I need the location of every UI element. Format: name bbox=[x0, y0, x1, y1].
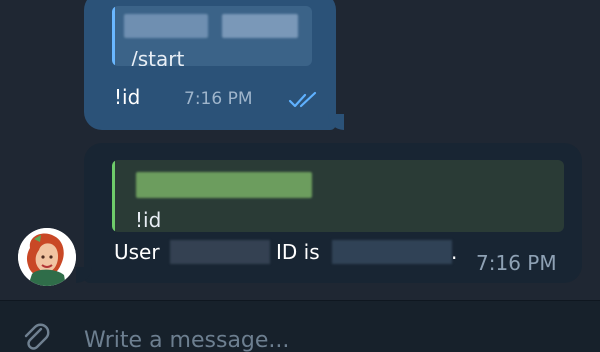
message-text: . bbox=[451, 240, 458, 264]
message-composer bbox=[0, 300, 600, 352]
incoming-message-bubble[interactable]: !id User ID is . 7:16 PM bbox=[76, 143, 582, 283]
bubble-tail bbox=[76, 267, 92, 283]
redacted-user-id bbox=[332, 240, 452, 264]
chat-window: /start !id 7:16 PM !id User ID is . 7:16… bbox=[0, 0, 600, 352]
reply-accent-bar bbox=[112, 160, 115, 232]
reply-preview[interactable]: /start bbox=[112, 6, 312, 66]
message-time: 7:16 PM bbox=[476, 251, 557, 275]
reply-accent-bar bbox=[112, 6, 115, 66]
bubble-tail bbox=[328, 114, 344, 130]
message-list[interactable]: /start !id 7:16 PM !id User ID is . 7:16… bbox=[0, 0, 600, 300]
message-text: User bbox=[114, 240, 160, 264]
reply-preview[interactable]: !id bbox=[112, 160, 564, 232]
redacted-username bbox=[170, 240, 270, 264]
message-input[interactable] bbox=[84, 325, 564, 352]
paperclip-icon[interactable] bbox=[18, 319, 52, 352]
outgoing-message-bubble[interactable]: /start !id 7:16 PM bbox=[84, 0, 344, 130]
avatar-image bbox=[18, 228, 76, 286]
double-check-icon bbox=[288, 91, 317, 108]
message-text: !id bbox=[114, 85, 141, 109]
reply-text: !id bbox=[135, 208, 162, 232]
message-time: 7:16 PM bbox=[184, 89, 253, 109]
redacted-reply-author bbox=[222, 14, 298, 38]
message-text: ID is bbox=[276, 240, 320, 264]
avatar[interactable] bbox=[18, 228, 76, 286]
reply-text: /start bbox=[131, 47, 185, 66]
redacted-reply-author bbox=[124, 14, 208, 38]
redacted-reply-author bbox=[136, 172, 312, 198]
